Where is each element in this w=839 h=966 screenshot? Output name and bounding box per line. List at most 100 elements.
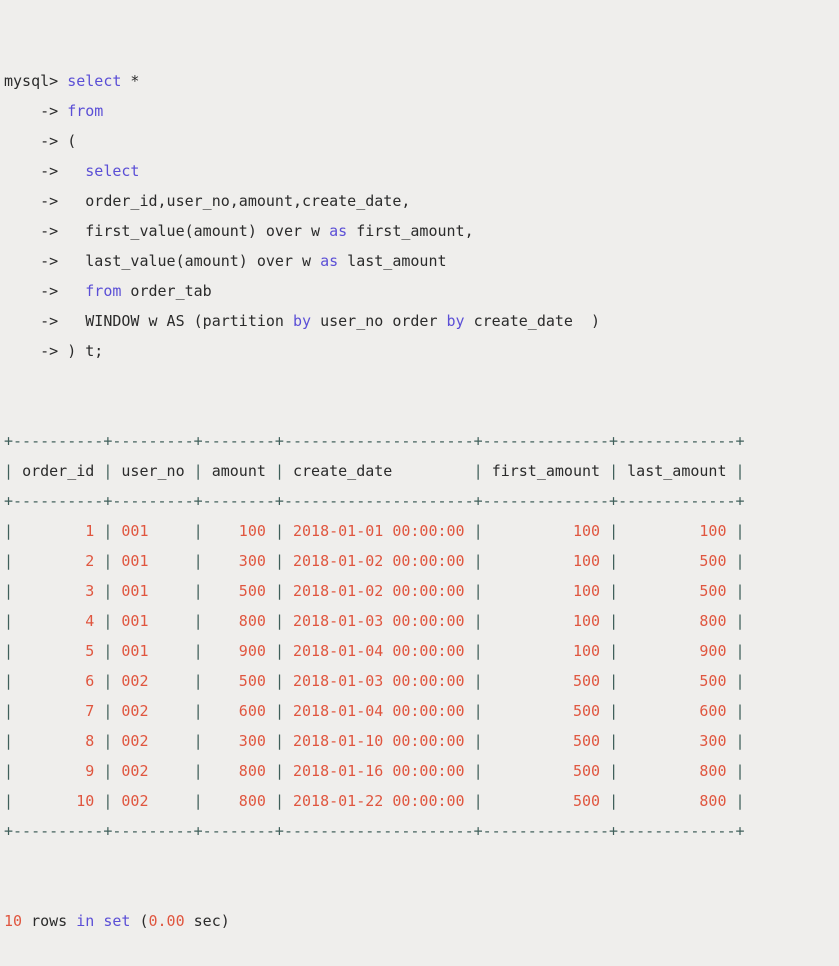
cell-gap (266, 792, 275, 810)
table-pipe: | (103, 522, 121, 540)
table-cell: 500 (492, 732, 600, 750)
cell-gap (465, 732, 474, 750)
cell-gap (727, 612, 736, 630)
table-pipe: | (275, 642, 293, 660)
table-pipe: | (609, 702, 627, 720)
table-cell: 500 (492, 792, 600, 810)
query-line: -> from (4, 96, 839, 126)
table-pipe: | (275, 612, 293, 630)
cell-gap (185, 702, 194, 720)
table-cell: 001 (121, 642, 184, 660)
table-cell: 500 (492, 702, 600, 720)
cell-gap (727, 462, 736, 480)
table-pipe: | (609, 522, 627, 540)
table-pipe: | (103, 762, 121, 780)
cell-gap (266, 462, 275, 480)
table-header-row: | order_id | user_no | amount | create_d… (4, 456, 839, 486)
table-cell: 600 (627, 702, 726, 720)
table-cell: 800 (627, 762, 726, 780)
cell-gap (600, 672, 609, 690)
cell-gap (185, 762, 194, 780)
sql-text: * (121, 72, 139, 90)
table-row: | 9 | 002 | 800 | 2018-01-16 00:00:00 | … (4, 756, 839, 786)
cell-gap (266, 582, 275, 600)
cell-gap (727, 732, 736, 750)
table-pipe: | (194, 552, 212, 570)
table-cell: 5 (22, 642, 94, 660)
table-pipe: | (609, 612, 627, 630)
cell-gap (185, 672, 194, 690)
continuation-prompt: -> (40, 282, 58, 300)
cell-gap (465, 702, 474, 720)
cell-gap (185, 462, 194, 480)
table-row: | 3 | 001 | 500 | 2018-01-02 00:00:00 | … (4, 576, 839, 606)
table-cell: 002 (121, 672, 184, 690)
table-pipe: | (474, 642, 492, 660)
line-indent (4, 102, 40, 120)
table-row: | 8 | 002 | 300 | 2018-01-10 00:00:00 | … (4, 726, 839, 756)
table-cell: 500 (492, 672, 600, 690)
table-pipe: | (736, 702, 745, 720)
sql-text: order_id,user_no,amount,create_date, (58, 192, 410, 210)
cell-gap (465, 462, 474, 480)
cell-gap (266, 642, 275, 660)
table-cell: 002 (121, 702, 184, 720)
table-cell: 800 (212, 792, 266, 810)
table-cell: 001 (121, 522, 184, 540)
cell-gap (727, 762, 736, 780)
sql-text: WINDOW w AS (partition (58, 312, 293, 330)
table-pipe: | (736, 792, 745, 810)
table-cell: 500 (627, 552, 726, 570)
sql-text: last_amount (338, 252, 446, 270)
cell-gap (465, 792, 474, 810)
cell-gap (185, 522, 194, 540)
table-row: | 6 | 002 | 500 | 2018-01-03 00:00:00 | … (4, 666, 839, 696)
table-cell: 300 (627, 732, 726, 750)
cell-gap (727, 792, 736, 810)
sql-text: first_amount, (347, 222, 473, 240)
table-pipe: | (736, 672, 745, 690)
query-line: -> select (4, 156, 839, 186)
table-pipe: | (609, 672, 627, 690)
table-cell: 800 (627, 612, 726, 630)
sql-keyword: from (67, 102, 103, 120)
cell-gap (727, 522, 736, 540)
table-pipe: | (474, 612, 492, 630)
table-cell: 800 (212, 762, 266, 780)
table-cell: 001 (121, 612, 184, 630)
table-pipe: | (194, 672, 212, 690)
table-cell: 3 (22, 582, 94, 600)
column-header: user_no (121, 462, 184, 480)
table-pipe: | (275, 732, 293, 750)
table-cell: 2018-01-16 00:00:00 (293, 762, 465, 780)
cell-gap (94, 522, 103, 540)
table-separator: +----------+---------+--------+---------… (4, 822, 745, 840)
table-cell: 900 (212, 642, 266, 660)
sql-query-block: mysql> select * -> from -> ( -> select -… (4, 66, 839, 366)
line-indent (4, 282, 40, 300)
cell-gap (600, 642, 609, 660)
table-row: | 4 | 001 | 800 | 2018-01-03 00:00:00 | … (4, 606, 839, 636)
sec-suffix: sec) (185, 912, 230, 930)
column-header: last_amount (627, 462, 726, 480)
table-pipe: | (609, 642, 627, 660)
line-indent (4, 132, 40, 150)
table-pipe: | (194, 732, 212, 750)
continuation-prompt: -> (40, 162, 58, 180)
table-pipe: | (474, 582, 492, 600)
terminal-output: mysql> select * -> from -> ( -> select -… (0, 0, 839, 966)
table-cell: 500 (212, 582, 266, 600)
table-pipe: | (474, 792, 492, 810)
status-line: 10 rows in set (0.00 sec) (4, 906, 839, 936)
query-line: -> order_id,user_no,amount,create_date, (4, 186, 839, 216)
table-pipe: | (4, 702, 22, 720)
table-pipe: | (474, 702, 492, 720)
table-cell: 500 (627, 582, 726, 600)
table-pipe: | (275, 522, 293, 540)
sql-keyword: as (320, 252, 338, 270)
table-pipe: | (4, 522, 22, 540)
continuation-prompt: -> (40, 312, 58, 330)
table-cell: 002 (121, 762, 184, 780)
cell-gap (94, 672, 103, 690)
table-cell: 2018-01-02 00:00:00 (293, 582, 465, 600)
